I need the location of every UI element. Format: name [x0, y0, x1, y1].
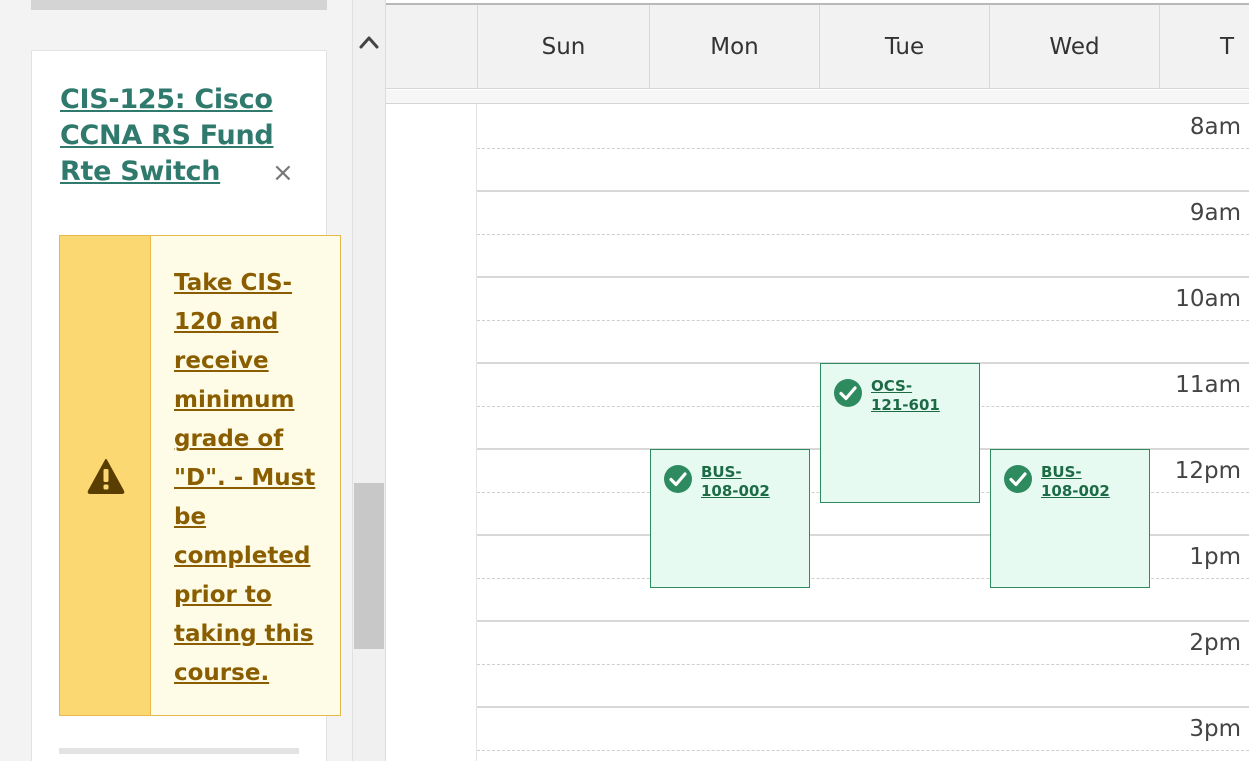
check-circle-icon — [1004, 465, 1032, 493]
hour-line — [477, 620, 1249, 622]
event-link[interactable]: BUS-108-002 — [701, 463, 771, 501]
half-hour-line — [477, 320, 1249, 321]
day-label: Wed — [1049, 34, 1100, 60]
day-header-sun: Sun — [477, 5, 649, 89]
day-header-tue: Tue — [819, 5, 989, 89]
panel-bottom-divider — [59, 748, 299, 754]
time-label-1pm: 1pm — [1189, 544, 1241, 570]
half-hour-line — [477, 148, 1249, 149]
header-corner — [386, 5, 477, 89]
close-icon[interactable]: × — [272, 158, 294, 188]
time-label-9am: 9am — [1189, 200, 1241, 226]
day-label: Mon — [710, 34, 759, 60]
half-hour-line — [477, 234, 1249, 235]
prerequisite-link[interactable]: Take CIS-120 and receive minimum grade o… — [174, 264, 334, 693]
day-label: Sun — [541, 34, 586, 60]
prerequisite-warning: Take CIS-120 and receive minimum grade o… — [59, 235, 341, 716]
day-label: Tue — [884, 34, 925, 60]
event-bus-108-002-wed[interactable]: BUS-108-002 — [990, 449, 1150, 588]
event-bus-108-002-mon[interactable]: BUS-108-002 — [650, 449, 810, 588]
time-label-12pm: 12pm — [1174, 458, 1241, 484]
half-hour-line — [477, 750, 1249, 751]
warning-stripe — [60, 236, 151, 715]
hour-line — [477, 276, 1249, 278]
event-ocs-121-601-tue[interactable]: OCS-121-601 — [820, 363, 980, 503]
panel-top-divider — [31, 0, 327, 10]
event-link[interactable]: OCS-121-601 — [871, 377, 941, 415]
time-label-11am: 11am — [1175, 372, 1241, 398]
warning-triangle-icon — [87, 459, 125, 494]
hour-line — [477, 706, 1249, 708]
time-label-2pm: 2pm — [1189, 630, 1241, 656]
half-hour-line — [477, 664, 1249, 665]
check-circle-icon — [834, 379, 862, 407]
chevron-up-icon[interactable] — [358, 32, 380, 54]
time-gutter — [386, 104, 477, 761]
time-label-10am: 10am — [1175, 286, 1241, 312]
course-title-link[interactable]: CIS-125: Cisco CCNA RS Fund Rte Switch — [60, 82, 280, 190]
event-link[interactable]: BUS-108-002 — [1041, 463, 1111, 501]
time-label-3pm: 3pm — [1189, 716, 1241, 742]
check-circle-icon — [664, 465, 692, 493]
week-calendar: Sun Mon Tue Wed T 8am 9am 10am 11am 12pm… — [386, 0, 1249, 761]
time-label-8am: 8am — [1189, 114, 1241, 140]
hour-line — [477, 190, 1249, 192]
scrollbar-thumb[interactable] — [354, 483, 384, 649]
day-header-wed: Wed — [989, 5, 1159, 89]
all-day-row — [386, 90, 1249, 104]
day-header-thu: T — [1159, 5, 1249, 89]
day-header-mon: Mon — [649, 5, 819, 89]
day-label: T — [1220, 34, 1235, 60]
